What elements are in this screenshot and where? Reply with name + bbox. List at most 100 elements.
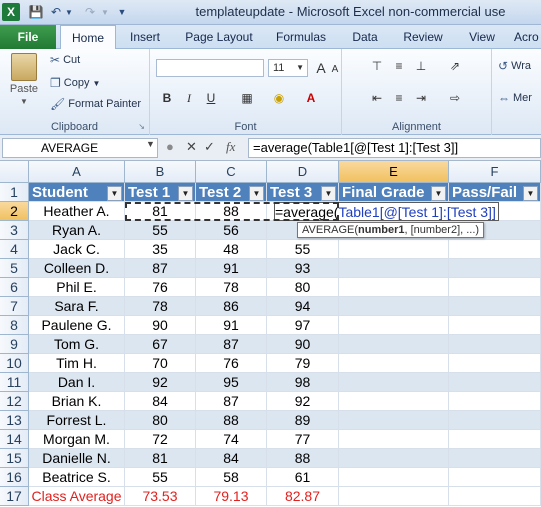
table-cell[interactable]: Jack C. <box>29 240 125 259</box>
table-cell[interactable]: Dan I. <box>29 373 125 392</box>
table-cell[interactable]: 93 <box>267 259 339 278</box>
table-cell[interactable]: 70 <box>125 354 196 373</box>
insert-function-icon[interactable]: fx <box>226 139 235 155</box>
bold-button[interactable]: B <box>158 89 176 107</box>
table-cell[interactable]: 35 <box>125 240 196 259</box>
table-cell[interactable] <box>339 392 449 411</box>
table-cell[interactable]: Colleen D. <box>29 259 125 278</box>
table-cell[interactable]: 95 <box>196 373 267 392</box>
table-cell[interactable] <box>449 392 541 411</box>
table-cell[interactable]: 91 <box>196 316 267 335</box>
table-cell[interactable]: 84 <box>125 392 196 411</box>
paste-button[interactable]: Paste ▼ <box>6 53 42 109</box>
align-bottom-icon[interactable]: ⊥ <box>412 57 430 75</box>
formula-input[interactable]: =average(Table1[@[Test 1]:[Test 3]] <box>248 138 541 158</box>
average-cell[interactable]: 79.13 <box>196 487 267 506</box>
table-header-cell[interactable]: Final Grade ▼ <box>339 183 449 202</box>
table-cell[interactable] <box>339 449 449 468</box>
table-cell[interactable] <box>449 278 541 297</box>
table-cell[interactable]: Beatrice S. <box>29 468 125 487</box>
table-cell[interactable] <box>449 354 541 373</box>
redo-icon[interactable]: ↷ <box>82 3 98 21</box>
table-cell[interactable]: 86 <box>196 297 267 316</box>
table-cell[interactable]: 87 <box>196 335 267 354</box>
tab-file[interactable]: File <box>0 25 56 49</box>
table-cell[interactable]: 87 <box>196 392 267 411</box>
row-header-15[interactable]: 15 <box>0 449 29 468</box>
row-header-14[interactable]: 14 <box>0 430 29 449</box>
table-cell[interactable] <box>449 468 541 487</box>
table-cell[interactable] <box>339 354 449 373</box>
table-header-cell[interactable]: Test 2 ▼ <box>196 183 267 202</box>
row-header-13[interactable]: 13 <box>0 411 29 430</box>
table-cell[interactable]: 56 <box>196 221 267 240</box>
row-header-1[interactable]: 1 <box>0 183 29 202</box>
table-cell[interactable]: 55 <box>125 221 196 240</box>
paste-dropdown-icon[interactable]: ▼ <box>20 97 28 106</box>
table-cell[interactable]: 89 <box>267 411 339 430</box>
table-cell[interactable]: 67 <box>125 335 196 354</box>
font-name-combo[interactable] <box>156 59 264 77</box>
customize-toolbar-icon[interactable]: ▼ <box>116 3 128 21</box>
table-cell[interactable]: Sara F. <box>29 297 125 316</box>
row-header-6[interactable]: 6 <box>0 278 29 297</box>
table-cell[interactable]: 90 <box>125 316 196 335</box>
table-cell[interactable] <box>339 297 449 316</box>
row-header-12[interactable]: 12 <box>0 392 29 411</box>
underline-button[interactable]: U <box>202 89 220 107</box>
table-cell[interactable]: 90 <box>267 335 339 354</box>
column-header-b[interactable]: B <box>125 161 196 183</box>
table-cell[interactable]: 97 <box>267 316 339 335</box>
table-cell[interactable]: Ryan A. <box>29 221 125 240</box>
table-cell[interactable] <box>449 240 541 259</box>
table-cell[interactable]: 55 <box>267 240 339 259</box>
column-header-f[interactable]: F <box>449 161 541 183</box>
table-cell[interactable]: 94 <box>267 297 339 316</box>
table-cell[interactable]: 48 <box>196 240 267 259</box>
table-cell[interactable] <box>339 487 449 506</box>
wrap-text-button[interactable]: ↺ Wra <box>498 59 531 73</box>
table-cell[interactable]: 58 <box>196 468 267 487</box>
table-cell[interactable] <box>339 278 449 297</box>
table-cell[interactable]: 77 <box>267 430 339 449</box>
table-header-cell[interactable]: Pass/Fail ▼ <box>449 183 541 202</box>
table-cell[interactable] <box>339 411 449 430</box>
table-cell[interactable]: 88 <box>196 411 267 430</box>
table-cell[interactable] <box>339 430 449 449</box>
undo-icon[interactable]: ↶ <box>48 3 64 21</box>
row-header-2[interactable]: 2 <box>0 202 29 221</box>
table-cell[interactable]: 81 <box>125 202 196 221</box>
average-cell[interactable]: 82.87 <box>267 487 339 506</box>
save-icon[interactable]: 💾 <box>28 3 44 21</box>
font-size-dropdown-icon[interactable]: ▼ <box>296 60 304 76</box>
column-header-c[interactable]: C <box>196 161 267 183</box>
row-header-9[interactable]: 9 <box>0 335 29 354</box>
table-cell[interactable] <box>449 373 541 392</box>
format-painter-button[interactable]: 🖌 Format Painter <box>50 97 141 111</box>
table-cell[interactable]: 78 <box>196 278 267 297</box>
table-cell[interactable] <box>339 316 449 335</box>
table-cell[interactable] <box>449 259 541 278</box>
font-color-icon[interactable]: A <box>302 89 320 107</box>
select-all-corner[interactable] <box>0 161 29 183</box>
filter-dropdown-icon[interactable]: ▼ <box>178 186 193 201</box>
italic-button[interactable]: I <box>180 89 198 107</box>
in-cell-formula-editor[interactable]: =average(Table1[@[Test 1]:[Test 3]] <box>274 202 499 221</box>
table-cell[interactable]: 74 <box>196 430 267 449</box>
table-cell[interactable]: Morgan M. <box>29 430 125 449</box>
table-cell[interactable] <box>339 373 449 392</box>
tab-view[interactable]: View <box>462 25 502 49</box>
row-header-10[interactable]: 10 <box>0 354 29 373</box>
average-cell[interactable]: 73.53 <box>125 487 196 506</box>
column-header-e[interactable]: E <box>339 161 449 183</box>
table-header-cell[interactable]: Test 1 ▼ <box>125 183 196 202</box>
table-cell[interactable]: 80 <box>125 411 196 430</box>
table-cell[interactable] <box>339 259 449 278</box>
table-cell[interactable]: 98 <box>267 373 339 392</box>
column-header-d[interactable]: D <box>267 161 339 183</box>
filter-dropdown-icon[interactable]: ▼ <box>249 186 264 201</box>
table-cell[interactable] <box>339 335 449 354</box>
column-header-a[interactable]: A <box>29 161 125 183</box>
table-cell[interactable]: Paulene G. <box>29 316 125 335</box>
table-cell[interactable]: Tim H. <box>29 354 125 373</box>
